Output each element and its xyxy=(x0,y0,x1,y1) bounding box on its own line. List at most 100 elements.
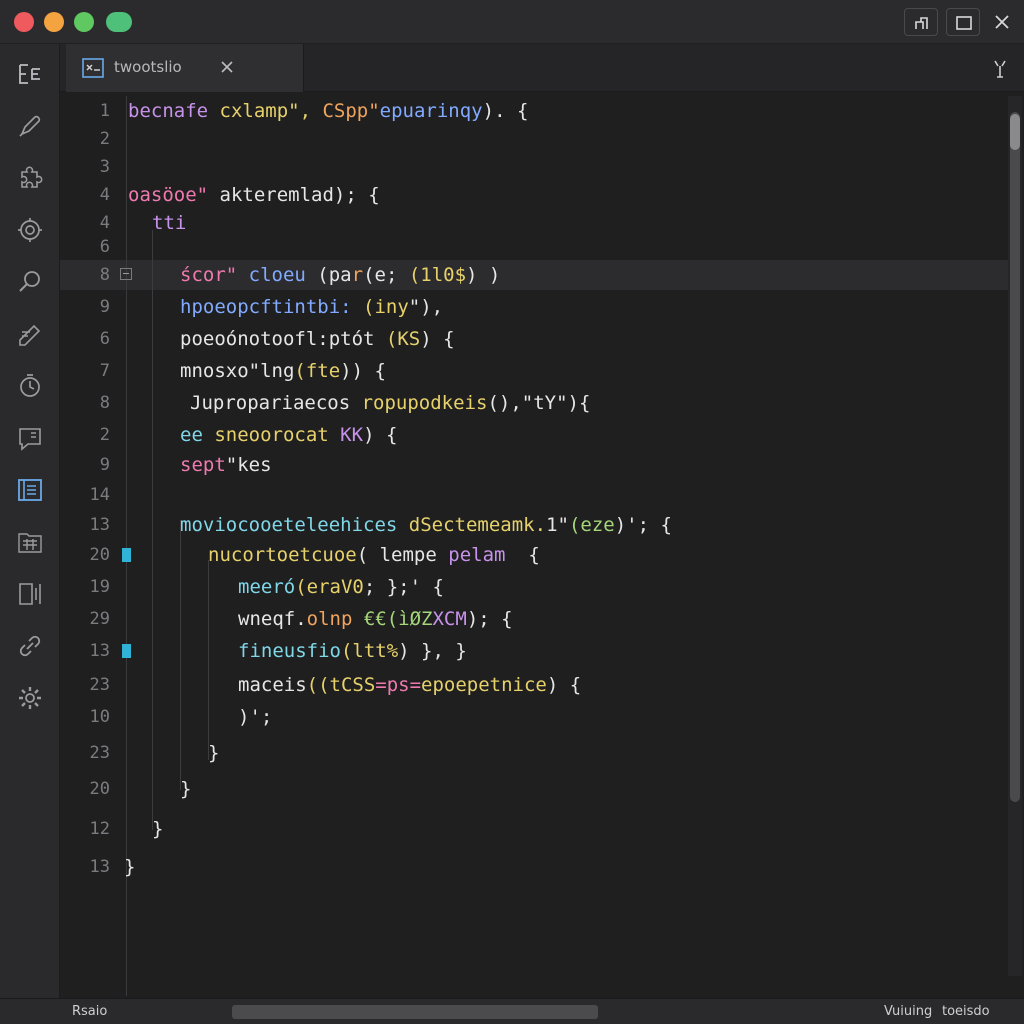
minimize-window-dot[interactable] xyxy=(44,12,64,32)
code-line[interactable]: 13 fineusfio(ltt%) }, } xyxy=(60,636,1008,666)
code-token: (ltt% xyxy=(340,640,399,662)
change-marker xyxy=(122,644,131,658)
code-token: ) { xyxy=(546,674,582,696)
line-number: 10 xyxy=(89,707,110,727)
code-line[interactable]: 19 meeró(eraV0; };' { xyxy=(60,572,1008,602)
code-token: { xyxy=(505,544,540,566)
line-number: 7 xyxy=(99,361,110,381)
close-window-dot[interactable] xyxy=(14,12,34,32)
columns-icon[interactable] xyxy=(16,580,44,608)
file-panel-icon[interactable] xyxy=(16,476,44,504)
code-line[interactable]: 4 oasöoe" akteremlad); { xyxy=(60,180,1008,210)
code-text: nucortoetcuoe( lempe pelam { xyxy=(208,540,540,570)
code-token: mnosxo" xyxy=(180,360,261,382)
code-line[interactable]: 13} xyxy=(60,852,1008,882)
line-number: 3 xyxy=(99,157,110,177)
code-text: } xyxy=(208,738,219,768)
zoom-window-dot[interactable] xyxy=(74,12,94,32)
code-token: tti xyxy=(152,212,187,234)
code-line[interactable]: 10 )'; xyxy=(60,702,1008,732)
code-line[interactable]: 9 sept"kes xyxy=(60,450,1008,480)
folder-grid-icon[interactable] xyxy=(16,528,44,556)
code-text: sept"kes xyxy=(180,450,272,480)
horizontal-scrollbar[interactable] xyxy=(232,1005,598,1019)
settings-ring-icon[interactable] xyxy=(16,216,44,244)
code-line[interactable]: 23} xyxy=(60,738,1008,768)
code-token: sneoorocat xyxy=(214,424,341,446)
code-line[interactable]: 7 mnosxo"lng(fte)) { xyxy=(60,356,1008,386)
branch-icon[interactable] xyxy=(990,58,1010,80)
restore-button[interactable] xyxy=(904,8,938,36)
edit-note-icon[interactable] xyxy=(16,320,44,348)
code-line[interactable]: 8 Jupropariaecos ropupodkeis(),"tY"){ xyxy=(60,388,1008,418)
code-token: (),"tY"){ xyxy=(487,392,591,414)
code-line[interactable]: 12} xyxy=(60,814,1008,844)
maximize-button[interactable] xyxy=(946,8,980,36)
close-icon xyxy=(221,61,233,73)
code-text: hpoeopcftintbi: (iny"), xyxy=(180,292,443,322)
code-line[interactable]: 3 xyxy=(60,152,1008,182)
close-button[interactable] xyxy=(988,8,1016,36)
puzzle-icon[interactable] xyxy=(16,164,44,192)
status-mode-text[interactable]: Vuiuing xyxy=(884,1004,932,1019)
pen-icon[interactable] xyxy=(16,112,44,140)
code-line[interactable]: 1 becnafe cxlamp", CSpp"epuarinqy). { xyxy=(60,96,1008,126)
indent-guide xyxy=(152,230,153,830)
fold-toggle-icon[interactable] xyxy=(120,268,132,280)
code-token: 1" xyxy=(546,514,569,536)
search-icon[interactable] xyxy=(16,268,44,296)
link-icon[interactable] xyxy=(16,632,44,660)
code-token: =ps= xyxy=(375,674,422,696)
status-bar: Rsaio Vuiuing toeisdo xyxy=(0,998,1024,1024)
tab-close-button[interactable] xyxy=(218,58,236,76)
code-line[interactable]: 14 xyxy=(60,480,1008,510)
code-token: ). { xyxy=(482,100,529,122)
line-number: 9 xyxy=(99,297,110,317)
code-line[interactable]: 2 xyxy=(60,124,1008,154)
code-line[interactable]: 9 hpoeopcftintbi: (iny"), xyxy=(60,292,1008,322)
code-token: moviocooeteleehices xyxy=(180,514,409,536)
code-text: oasöoe" akteremlad); { xyxy=(128,180,380,210)
code-token: epoepetnice xyxy=(421,674,547,696)
code-token: €€(ìØZ xyxy=(363,608,433,630)
editor-tab[interactable]: twootslio xyxy=(66,44,304,92)
code-line[interactable]: 8 ścor" cloeu (par(e; (1l0$) ) xyxy=(60,260,1008,290)
status-pill xyxy=(106,12,132,32)
line-number: 12 xyxy=(89,819,110,839)
comment-icon[interactable] xyxy=(16,424,44,452)
line-number: 8 xyxy=(99,393,110,413)
explorer-icon[interactable] xyxy=(16,60,44,88)
tab-bar: twootslio xyxy=(60,44,1024,92)
code-token: akteremlad xyxy=(219,184,334,206)
code-line[interactable]: 20} xyxy=(60,774,1008,804)
code-line[interactable]: 29 wneqf.olnp €€(ìØZXCM); { xyxy=(60,604,1008,634)
code-token: } xyxy=(180,778,192,800)
code-line[interactable]: 20 nucortoetcuoe( lempe pelam { xyxy=(60,540,1008,570)
status-encoding-text[interactable]: toeisdo xyxy=(942,1004,990,1019)
line-number: 29 xyxy=(89,609,110,629)
timer-icon[interactable] xyxy=(16,372,44,400)
code-token: } xyxy=(152,818,164,840)
code-line[interactable]: 6 xyxy=(60,232,1008,262)
line-number: 13 xyxy=(89,857,110,877)
code-token: ) }, } xyxy=(398,640,467,662)
code-token: epuarinqy xyxy=(379,100,483,122)
code-text: } xyxy=(180,774,191,804)
code-token: ropupodkeis xyxy=(361,392,488,414)
code-token: (KS xyxy=(385,328,421,350)
code-token: (eraV0 xyxy=(295,576,364,598)
gear-icon[interactable] xyxy=(16,684,44,712)
line-number: 2 xyxy=(99,425,110,445)
line-number: 13 xyxy=(89,641,110,661)
code-text: ścor" cloeu (par(e; (1l0$) ) xyxy=(180,260,500,290)
line-number: 4 xyxy=(99,185,110,205)
vertical-scrollbar-thumb[interactable] xyxy=(1010,112,1020,802)
code-line[interactable]: 2 ee sneoorocat KK) { xyxy=(60,420,1008,450)
code-line[interactable]: 6 poeoónotoofl:ptót (KS) { xyxy=(60,324,1008,354)
code-line[interactable]: 13 moviocooeteleehices dSectemeamk.1"(eze… xyxy=(60,510,1008,540)
code-line[interactable]: 23 maceis((tCSS=ps=epoepetnice) { xyxy=(60,670,1008,700)
code-token: (e; xyxy=(363,264,409,286)
code-token: )) { xyxy=(340,360,386,382)
code-text: )'; xyxy=(238,702,272,732)
status-left-text[interactable]: Rsaio xyxy=(72,1004,107,1019)
